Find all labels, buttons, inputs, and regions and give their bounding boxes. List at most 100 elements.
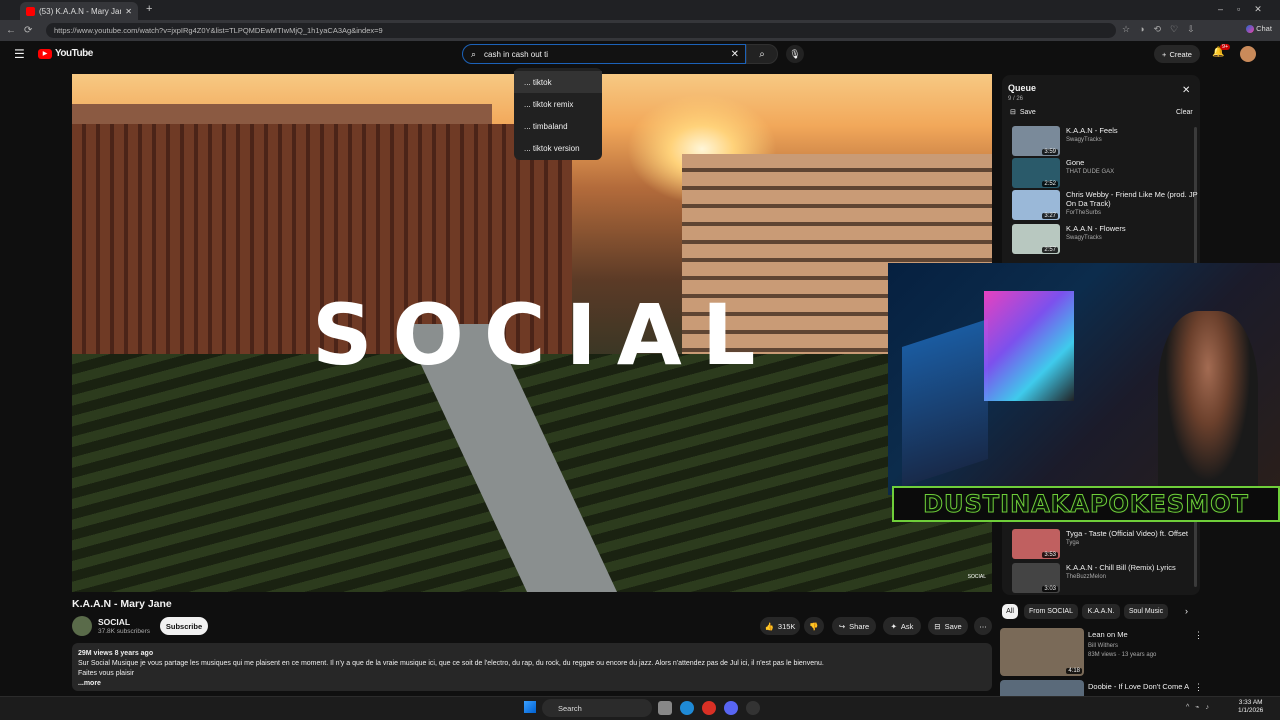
voice-search-button[interactable]: 🎙: [786, 45, 804, 63]
suggestion-item[interactable]: ... tiktok remix: [514, 93, 602, 115]
queue-thumb: 3:59: [1012, 126, 1060, 156]
chip-all[interactable]: All: [1002, 604, 1018, 619]
taskbar-search[interactable]: Search: [542, 699, 652, 717]
windows-start-icon[interactable]: [524, 701, 536, 713]
tab-title: (53) K.A.A.N - Mary Jane - You: [39, 6, 121, 16]
webcam-streamer: [1158, 311, 1258, 495]
queue-duration: 2:57: [1042, 247, 1058, 253]
rec-thumb: 4:18: [1000, 628, 1084, 676]
queue-save-button[interactable]: ⊟ Save: [1010, 108, 1036, 117]
taskbar-clock: 3:33 AM 1/1/2026: [1238, 699, 1263, 715]
logo-text: YouTube: [55, 48, 93, 59]
browser-tab[interactable]: (53) K.A.A.N - Mary Jane - You ✕: [20, 2, 138, 20]
suggestion-item[interactable]: ... timbaland: [514, 115, 602, 137]
queue-item[interactable]: 3:53 Tyga - Taste (Official Video) ft. O…: [1012, 529, 1198, 561]
close-queue-icon[interactable]: ✕: [1182, 85, 1190, 96]
queue-item[interactable]: 2:52 Gone THAT DUDE GAX: [1012, 158, 1198, 190]
close-tab-icon[interactable]: ✕: [125, 7, 132, 16]
chip-from-social[interactable]: From SOCIAL: [1024, 604, 1078, 619]
share-label: Share: [849, 621, 870, 631]
share-button[interactable]: ↪ Share: [832, 617, 876, 635]
system-tray-icons: ^⌁♪: [1186, 704, 1215, 711]
rec-channel: Bill Withers: [1088, 643, 1119, 649]
recommendation-item[interactable]: Doobie - If Love Don't Come A ⋮: [1000, 680, 1200, 696]
search-button[interactable]: ⌕: [746, 44, 778, 64]
chrome-icon[interactable]: [702, 701, 716, 715]
bookmark-icon: ⊟: [934, 621, 941, 631]
reload-icon[interactable]: ⟳: [24, 25, 32, 36]
queue-thumb: 3:27: [1012, 190, 1060, 220]
browser-toolbar-icons: ☆◑⟲♡⇩: [1122, 24, 1204, 34]
new-tab-button[interactable]: +: [146, 3, 152, 15]
description-box[interactable]: 29M views 8 years ago Sur Social Musique…: [72, 643, 992, 691]
video-title: K.A.A.N - Mary Jane: [72, 598, 172, 610]
chip-kaan[interactable]: K.A.A.N.: [1082, 604, 1120, 619]
notifications-button[interactable]: 🔔 9+: [1212, 44, 1231, 58]
queue-item-title: K.A.A.N - Chill Bill (Remix) Lyrics: [1066, 563, 1176, 572]
more-vert-icon: ⋯: [979, 621, 987, 631]
search-input[interactable]: ⌕ cash in cash out ti ✕: [462, 44, 746, 64]
queue-title: Queue: [1008, 83, 1037, 93]
queue-duration: 3:27: [1042, 213, 1058, 219]
back-icon[interactable]: ←: [6, 25, 16, 36]
bookmark-icon: ⊟: [1010, 109, 1016, 116]
streamer-banner: DUSTINAKAPOKESMOT: [892, 486, 1280, 522]
queue-item[interactable]: 3:27 Chris Webby - Friend Like Me (prod.…: [1012, 190, 1198, 222]
browser-tabbar: [0, 0, 1280, 20]
more-vert-icon[interactable]: ⋮: [1194, 682, 1200, 693]
edge-icon[interactable]: [680, 701, 694, 715]
suggestion-item[interactable]: ... tiktok version: [514, 137, 602, 159]
queue-item-channel: THAT DUDE GAX: [1066, 169, 1115, 175]
rec-title: Lean on Me: [1088, 630, 1128, 639]
save-button[interactable]: ⊟ Save: [928, 617, 968, 635]
ask-button[interactable]: ✦ Ask: [883, 617, 921, 635]
create-button[interactable]: + Create: [1154, 45, 1200, 63]
queue-item-channel: SwagyTracks: [1066, 137, 1102, 143]
rec-duration: 4:18: [1066, 668, 1082, 674]
queue-item[interactable]: 2:57 K.A.A.N - Flowers SwagyTracks: [1012, 224, 1198, 256]
subscribe-button[interactable]: Subscribe: [160, 617, 208, 635]
webcam-pc-case: [984, 291, 1074, 401]
youtube-play-icon: ▶: [38, 48, 52, 59]
copilot-icon: [1246, 25, 1254, 34]
chevron-right-icon[interactable]: ›: [1185, 606, 1188, 616]
more-actions-button[interactable]: ⋯: [974, 617, 992, 635]
channel-avatar[interactable]: [72, 616, 92, 636]
queue-item-channel: SwagyTracks: [1066, 235, 1102, 241]
obs-icon[interactable]: [746, 701, 760, 715]
taskbar-search-label: Search: [558, 703, 582, 713]
rec-thumb: [1000, 680, 1084, 696]
like-button[interactable]: 👍 315K: [760, 617, 800, 635]
thumbs-down-icon: 👎: [809, 621, 819, 631]
clock-time: 3:33 AM: [1238, 699, 1263, 706]
queue-item-title: K.A.A.N - Flowers: [1066, 224, 1126, 233]
channel-name[interactable]: SOCIAL: [98, 617, 130, 627]
show-more-link[interactable]: ...more: [78, 679, 986, 689]
queue-item-channel: ForTheSurbs: [1066, 210, 1102, 216]
url-field[interactable]: https://www.youtube.com/watch?v=jxpIRg4Z…: [46, 23, 1116, 38]
webcam-overlay: [888, 263, 1280, 495]
account-avatar[interactable]: [1240, 46, 1256, 62]
queue-clear-button[interactable]: Clear: [1176, 109, 1193, 116]
more-vert-icon[interactable]: ⋮: [1194, 630, 1203, 641]
menu-icon[interactable]: ☰: [14, 47, 25, 61]
youtube-favicon-icon: [26, 6, 35, 16]
search-suggestions: ... tiktok ... tiktok remix ... timbalan…: [514, 68, 602, 160]
queue-item[interactable]: 3:59 K.A.A.N - Feels SwagyTracks: [1012, 126, 1198, 158]
chip-soul-music[interactable]: Soul Music: [1124, 604, 1168, 619]
youtube-logo[interactable]: ▶ YouTube: [38, 48, 93, 59]
queue-duration: 3:59: [1042, 149, 1058, 155]
queue-item[interactable]: 3:03 K.A.A.N - Chill Bill (Remix) Lyrics…: [1012, 563, 1198, 595]
suggestion-item[interactable]: ... tiktok: [514, 71, 602, 93]
webcam-monitor: [902, 319, 988, 487]
task-view-icon[interactable]: [658, 701, 672, 715]
subscriber-count: 37.8K subscribers: [98, 628, 151, 635]
queue-duration: 2:52: [1042, 181, 1058, 187]
chat-button[interactable]: Chat: [1246, 24, 1272, 34]
discord-icon[interactable]: [724, 701, 738, 715]
notification-badge: 9+: [1220, 44, 1231, 50]
queue-save-label: Save: [1019, 108, 1036, 116]
recommendation-item[interactable]: 4:18 Lean on Me Bill Withers 83M views · …: [1000, 628, 1203, 678]
dislike-button[interactable]: 👎: [804, 617, 824, 635]
clear-search-icon[interactable]: ✕: [731, 49, 739, 60]
